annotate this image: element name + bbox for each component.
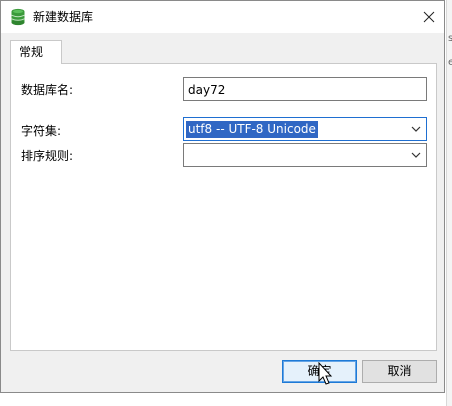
- background-app-edge: s e: [446, 0, 452, 406]
- database-icon: [11, 8, 25, 26]
- chevron-down-icon: [411, 152, 421, 158]
- charset-select[interactable]: utf8 -- UTF-8 Unicode: [183, 117, 427, 141]
- charset-selected-value: utf8 -- UTF-8 Unicode: [186, 121, 318, 138]
- collation-label: 排序规则:: [21, 149, 74, 163]
- new-database-dialog: 新建数据库 常规 数据库名: day72 字符集: utf8 -- UTF-8 …: [0, 0, 445, 393]
- tab-general[interactable]: 常规: [10, 40, 62, 64]
- general-tab-panel: [10, 63, 437, 351]
- mouse-pointer-icon: [318, 362, 333, 385]
- cancel-button[interactable]: 取消: [362, 360, 437, 383]
- window-title: 新建数据库: [33, 10, 94, 24]
- database-name-value: day72: [188, 83, 226, 97]
- close-button[interactable]: [414, 1, 444, 32]
- tab-label: 常规: [19, 45, 44, 59]
- database-name-label: 数据库名:: [21, 83, 74, 97]
- background-text: s: [448, 33, 452, 44]
- title-bar[interactable]: 新建数据库: [1, 1, 444, 33]
- database-name-input[interactable]: day72: [183, 77, 427, 101]
- charset-label: 字符集:: [21, 124, 62, 138]
- collation-select[interactable]: [183, 143, 427, 167]
- background-text: e: [448, 57, 452, 68]
- close-icon: [423, 11, 435, 22]
- chevron-down-icon: [411, 126, 421, 132]
